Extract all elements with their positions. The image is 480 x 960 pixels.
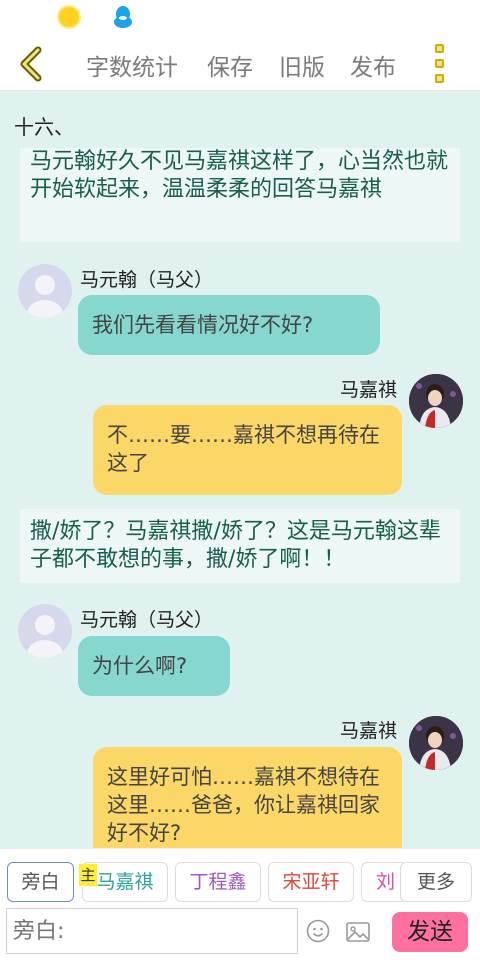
message-bubble[interactable]: 我们先看看情况好不好? — [78, 295, 380, 355]
speaker-name: 马嘉祺 — [340, 379, 398, 401]
speaker-name: 马元翰（马父） — [80, 269, 214, 291]
more-characters-button[interactable]: 更多 — [400, 862, 472, 902]
narration-block[interactable]: 撒/娇了？马嘉祺撒/娇了？这是马元翰这辈子都不敢想的事，撒/娇了啊！！ — [20, 509, 460, 583]
chip-ding-chengxin[interactable]: 丁程鑫 — [175, 862, 261, 902]
message-bubble[interactable]: 这里好可怕……嘉祺不想待在这里……爸爸，你让嘉祺回家好不好? — [93, 747, 402, 848]
send-button[interactable]: 发送 — [392, 912, 468, 952]
qq-penguin-icon — [114, 6, 132, 28]
publish-button[interactable]: 发布 — [350, 48, 396, 82]
section-title: 十六、 — [14, 115, 74, 139]
image-icon[interactable] — [346, 922, 370, 942]
emoji-icon[interactable] — [306, 919, 330, 943]
main-character-badge: 主 — [79, 864, 97, 886]
back-chevron-icon[interactable] — [14, 44, 48, 84]
avatar[interactable] — [409, 716, 463, 770]
chip-song-yaxuan[interactable]: 宋亚轩 — [268, 862, 354, 902]
speaker-name: 马嘉祺 — [340, 720, 398, 742]
narration-block[interactable]: 马元翰好久不见马嘉祺这样了，心当然也就开始软起来，温温柔柔的回答马嘉祺 — [20, 148, 460, 242]
default-avatar-icon — [27, 615, 63, 658]
speaker-name: 马元翰（马父） — [80, 609, 214, 631]
default-avatar-icon — [27, 275, 63, 318]
word-count-button[interactable]: 字数统计 — [86, 48, 178, 82]
editor-toolbar: 字数统计 保存 旧版 发布 — [0, 36, 480, 91]
save-button[interactable]: 保存 — [207, 48, 253, 82]
character-avatar-image — [409, 716, 463, 770]
old-version-button[interactable]: 旧版 — [279, 48, 325, 82]
avatar[interactable] — [18, 604, 72, 658]
message-input[interactable] — [6, 908, 298, 954]
sun-icon — [59, 7, 79, 27]
avatar[interactable] — [409, 374, 463, 428]
message-bubble[interactable]: 为什么啊? — [78, 636, 230, 696]
status-bar — [0, 0, 480, 36]
message-bubble[interactable]: 不……要……嘉祺不想再待在这了 — [93, 405, 402, 495]
character-avatar-image — [409, 374, 463, 428]
chip-narrator[interactable]: 旁白 — [7, 862, 74, 902]
more-menu-icon[interactable] — [430, 44, 452, 84]
character-selector: 旁白 马嘉祺 主 丁程鑫 宋亚轩 刘 更多 — [0, 848, 480, 905]
chat-content[interactable]: 十六、 马元翰好久不见马嘉祺这样了，心当然也就开始软起来，温温柔柔的回答马嘉祺 … — [0, 91, 480, 848]
avatar[interactable] — [18, 264, 72, 318]
input-bar: 发送 — [0, 904, 480, 960]
